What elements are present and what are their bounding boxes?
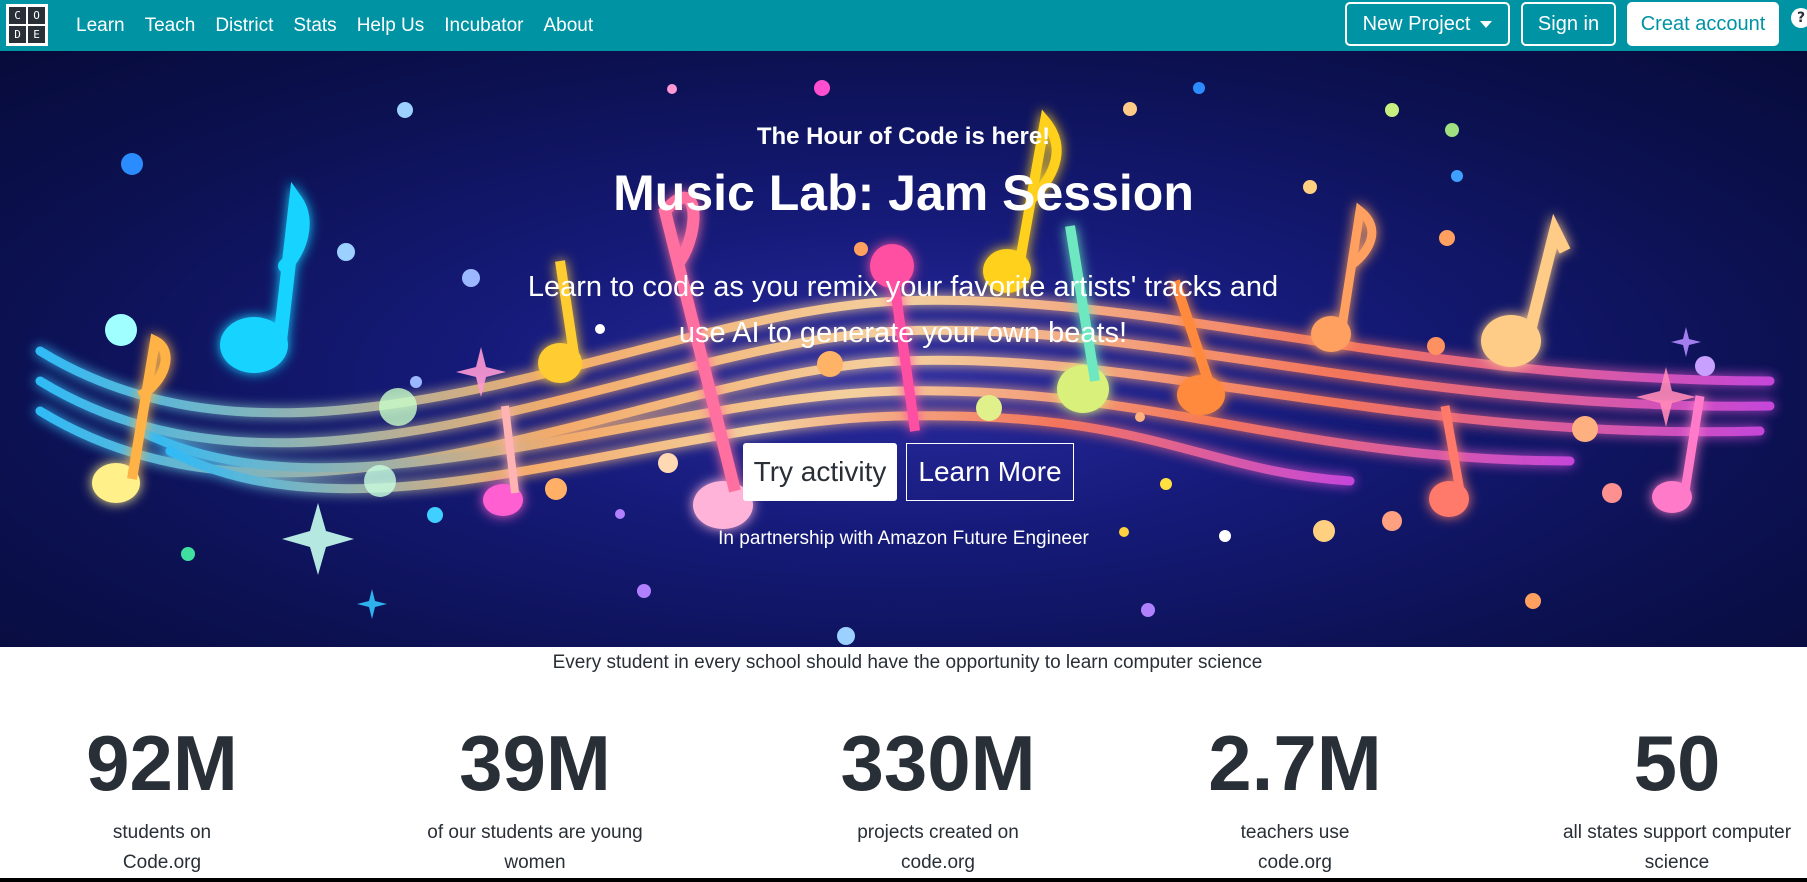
stat-states: 50 all states support computer science [1552, 718, 1802, 878]
hero-title: Music Lab: Jam Session [613, 165, 1194, 221]
nav-teach[interactable]: Teach [135, 15, 206, 37]
stat-teachers: 2.7M teachers use code.org [1175, 718, 1415, 878]
logo-letter: C [9, 7, 26, 24]
logo-letter: D [9, 26, 26, 43]
nav-help-us[interactable]: Help Us [347, 15, 435, 37]
hero-description: Learn to code as you remix your favorite… [527, 271, 1279, 349]
mission-statement: Every student in every school should hav… [552, 652, 1263, 673]
hero-eyebrow: The Hour of Code is here! [756, 123, 1051, 150]
nav-learn[interactable]: Learn [66, 15, 135, 37]
stat-label: projects created on code.org [857, 822, 1019, 873]
code-org-logo[interactable]: C O D E [6, 4, 48, 46]
logo-letter: O [28, 7, 45, 24]
learn-more-button[interactable]: Learn More [906, 443, 1074, 501]
nav-about[interactable]: About [534, 15, 604, 37]
help-icon[interactable]: ? [1791, 8, 1807, 28]
stat-label: teachers use code.org [1240, 822, 1350, 873]
new-project-label: New Project [1362, 12, 1471, 35]
stat-label: all states support computer science [1562, 822, 1792, 873]
stat-value: 92M [86, 719, 238, 807]
stat-young-women: 39M of our students are young women [405, 718, 665, 878]
stat-label: of our students are young women [427, 822, 643, 873]
stat-projects: 330M projects created on code.org [808, 718, 1068, 878]
try-activity-button[interactable]: Try activity [743, 443, 897, 501]
new-project-button[interactable]: New Project [1345, 2, 1510, 46]
main-nav: Learn Teach District Stats Help Us Incub… [66, 0, 603, 51]
page-bottom-border [0, 878, 1807, 882]
nav-district[interactable]: District [205, 15, 283, 37]
sign-in-button[interactable]: Sign in [1521, 2, 1616, 46]
create-account-button[interactable]: Creat account [1627, 2, 1779, 46]
nav-stats[interactable]: Stats [283, 15, 346, 37]
stat-students: 92M students on Code.org [62, 718, 262, 878]
hero-banner: The Hour of Code is here! Music Lab: Jam… [0, 51, 1807, 647]
partnership-text: In partnership with Amazon Future Engine… [718, 528, 1089, 549]
stat-label: students on Code.org [112, 822, 212, 873]
stat-value: 2.7M [1208, 719, 1382, 807]
caret-down-icon [1480, 20, 1493, 28]
stat-value: 330M [840, 719, 1036, 807]
top-navigation-bar: C O D E Learn Teach District Stats Help … [0, 0, 1807, 51]
logo-letter: E [28, 26, 45, 43]
stat-value: 39M [459, 719, 611, 807]
stat-value: 50 [1633, 719, 1721, 807]
nav-incubator[interactable]: Incubator [434, 15, 533, 37]
